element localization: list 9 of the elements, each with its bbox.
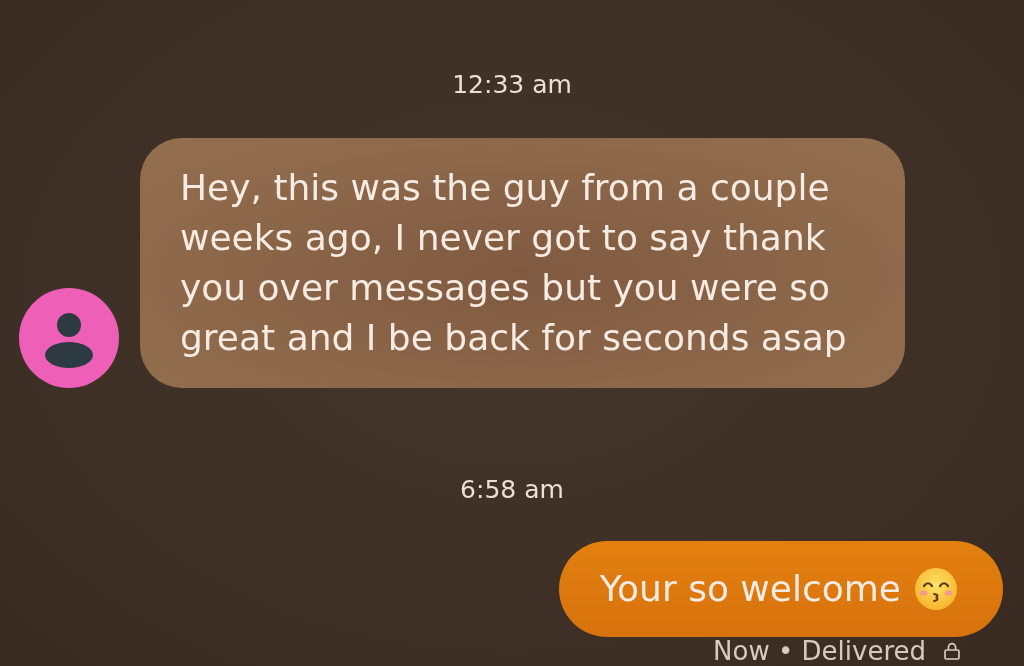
message-text: Your so welcome <box>599 568 901 610</box>
message-bubble[interactable]: Hey, this was the guy from a couple weeks ago, I never got to say thank you over messages but you were so great and I be back for seconds asap <box>140 138 905 388</box>
message-timestamp: 6:58 am <box>460 475 564 505</box>
avatar-icon <box>19 288 119 388</box>
message-bubble[interactable]: Your so welcome <box>558 541 1003 637</box>
delivery-status: Now • Delivered <box>713 638 926 664</box>
message-timestamp: 12:33 am <box>452 70 572 100</box>
kissing-face-icon <box>915 568 957 610</box>
lock-icon <box>944 642 960 660</box>
